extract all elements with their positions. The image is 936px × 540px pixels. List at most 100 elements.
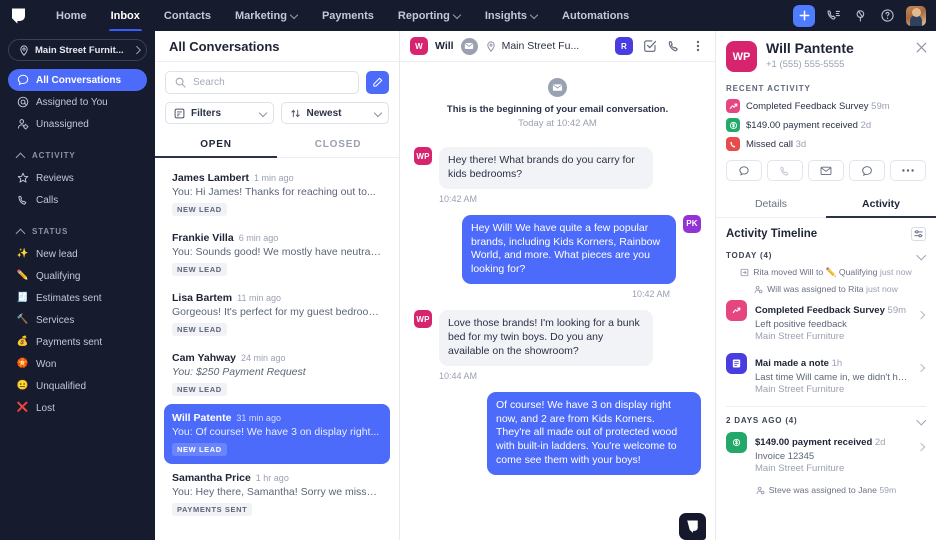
filter-sliders-icon[interactable] (911, 227, 926, 241)
more-vertical-icon[interactable] (690, 39, 705, 54)
timeline-system-event: Will was assigned to Rita just now (726, 284, 926, 294)
conversation-preview: You: Hi James! Thanks for reaching out t… (172, 186, 376, 198)
trophy-emoji: 🏵️ (16, 358, 29, 370)
timeline-card-subtitle: Left positive feedback (755, 319, 847, 330)
sidebar-groups: ACTIVITY Reviews Calls STATUS ✨ New lead ✏️ Qua… (8, 135, 147, 419)
thread-actions: R (615, 37, 705, 55)
timeline-card[interactable]: Mai made a note 1h Last time Will came in… (726, 353, 926, 395)
conversation-list-item[interactable]: Samantha Price 1 hr ago You: Hey there, Sa… (164, 464, 390, 524)
sidebar-item-services[interactable]: 🔨 Services (8, 309, 147, 331)
timeline-group-header[interactable]: 2 DAYS AGO (4) (726, 416, 926, 425)
thread-assignee-avatar[interactable]: R (615, 37, 633, 55)
conversation-list-item[interactable]: Cam Yahway 24 min ago You: $250 Payment Re… (164, 344, 390, 404)
nav-item-label: Marketing (234, 9, 287, 22)
timeline-system-event: Rita moved Will to ✏️ Qualifying just no… (726, 267, 926, 278)
compose-button[interactable] (366, 71, 389, 94)
chat-widget-icon[interactable] (679, 513, 706, 540)
sidebar-item-qualifying[interactable]: ✏️ Qualifying (8, 265, 147, 287)
timeline-system-event-text: Rita moved Will to ✏️ Qualifying just no… (753, 267, 912, 277)
nav-item-reporting[interactable]: Reporting (386, 0, 473, 31)
contact-name: Will Pantente (766, 40, 854, 56)
sidebar-item-new-lead[interactable]: ✨ New lead (8, 243, 147, 265)
tab-activity[interactable]: Activity (826, 192, 936, 218)
thread-header: W Will Main Street Fu... R (400, 31, 715, 62)
phone-icon[interactable] (666, 39, 681, 54)
phone-icon[interactable] (767, 160, 803, 181)
phone-incoming-icon[interactable] (825, 7, 842, 24)
sidebar-item-assigned-to-you[interactable]: Assigned to You (8, 91, 147, 113)
nav-item-payments[interactable]: Payments (310, 0, 386, 31)
app-logo-icon[interactable] (10, 7, 28, 25)
receipt-emoji: 🧾 (16, 292, 29, 304)
thread-contact-avatar: W (410, 37, 428, 55)
check-square-icon[interactable] (642, 39, 657, 54)
add-new-button[interactable] (793, 4, 815, 27)
contact-detail-tabs: Details Activity (716, 192, 936, 218)
timeline-card-title: Mai made a note 1h (755, 358, 843, 369)
recent-activity-item: Completed Feedback Survey 59m (726, 99, 926, 113)
timeline-group-header[interactable]: TODAY (4) (726, 251, 926, 260)
search-box[interactable] (165, 71, 359, 94)
chat-bubble-icon (16, 74, 29, 87)
conversation-timestamp: 11 min ago (237, 293, 281, 303)
more-horizontal-icon[interactable] (890, 160, 926, 181)
location-name: Main Street Furnit... (35, 44, 124, 56)
sidebar-item-reviews[interactable]: Reviews (8, 167, 147, 189)
tab-closed[interactable]: CLOSED (277, 133, 399, 157)
tab-open[interactable]: OPEN (155, 133, 277, 158)
chevron-up-icon (16, 227, 25, 236)
trending-up-icon (726, 300, 747, 321)
nav-item-label: Contacts (163, 9, 211, 22)
sidebar-item-lost[interactable]: ❌ Lost (8, 397, 147, 419)
location-switcher[interactable]: Main Street Furnit... (8, 39, 147, 61)
sidebar-item-unassigned[interactable]: Unassigned (8, 113, 147, 135)
nav-item-insights[interactable]: Insights (473, 0, 550, 31)
timeline-card[interactable]: Completed Feedback Survey 59m Left positi… (726, 300, 926, 342)
close-icon[interactable] (915, 41, 928, 54)
chat-icon[interactable] (849, 160, 885, 181)
sidebar-item-label: Lost (36, 402, 55, 414)
timeline-card[interactable]: $149.00 payment received 2d Invoice 12345… (726, 432, 926, 474)
sms-icon[interactable] (726, 160, 762, 181)
email-channel-icon[interactable] (460, 37, 478, 55)
nav-item-automations[interactable]: Automations (550, 0, 641, 31)
sidebar-item-label: Assigned to You (36, 96, 108, 108)
sidebar-item-calls[interactable]: Calls (8, 189, 147, 211)
help-circle-icon[interactable] (879, 7, 896, 24)
nav-item-contacts[interactable]: Contacts (152, 0, 223, 31)
neutral-face-emoji: 😐 (16, 380, 29, 392)
conversation-list-item[interactable]: Lisa Bartem 11 min ago Gorgeous! It's perf… (164, 284, 390, 344)
conversation-timestamp: 6 min ago (238, 233, 279, 243)
nav-item-inbox[interactable]: Inbox (99, 0, 152, 31)
thread-location[interactable]: Main Street Fu... (485, 40, 579, 53)
status-badge: NEW LEAD (172, 263, 227, 276)
sidebar-item-won[interactable]: 🏵️ Won (8, 353, 147, 375)
user-avatar[interactable] (906, 5, 926, 26)
conversation-list-item[interactable]: Will Patente 31 min ago You: Of course! We… (164, 404, 390, 464)
sidebar-item-payments-sent[interactable]: 💰 Payments sent (8, 331, 147, 353)
recent-activity-text: $149.00 payment received 2d (746, 119, 872, 131)
conversation-list-item[interactable]: Frankie Villa 6 min ago You: Sounds good! … (164, 224, 390, 284)
message-row: WP Hey there! What brands do you carry fo… (414, 147, 701, 189)
user-gear-icon (16, 118, 29, 131)
sidebar-item-all-conversations[interactable]: All Conversations (8, 69, 147, 91)
megaphone-icon[interactable] (852, 7, 869, 24)
tab-details[interactable]: Details (716, 192, 826, 217)
contact-phone: +1 (555) 555-5555 (766, 59, 845, 71)
email-icon[interactable] (808, 160, 844, 181)
status-badge: PAYMENTS SENT (172, 503, 253, 516)
pencil-emoji: ✏️ (16, 270, 29, 282)
chevron-down-icon (454, 11, 461, 18)
nav-item-home[interactable]: Home (44, 0, 99, 31)
sort-dropdown[interactable]: Newest (280, 102, 389, 124)
sidebar-group-status[interactable]: STATUS (8, 222, 147, 240)
sidebar-item-label: Reviews (36, 172, 74, 184)
conversation-items[interactable]: James Lambert 1 min ago You: Hi James! Tha… (155, 158, 399, 540)
nav-item-marketing[interactable]: Marketing (223, 0, 310, 31)
sidebar-item-estimates-sent[interactable]: 🧾 Estimates sent (8, 287, 147, 309)
conversation-list-item[interactable]: James Lambert 1 min ago You: Hi James! Tha… (164, 164, 390, 224)
sidebar-item-unqualified[interactable]: 😐 Unqualified (8, 375, 147, 397)
sidebar-group-activity[interactable]: ACTIVITY (8, 146, 147, 164)
search-input[interactable] (193, 77, 350, 88)
filters-dropdown[interactable]: Filters (165, 102, 274, 124)
